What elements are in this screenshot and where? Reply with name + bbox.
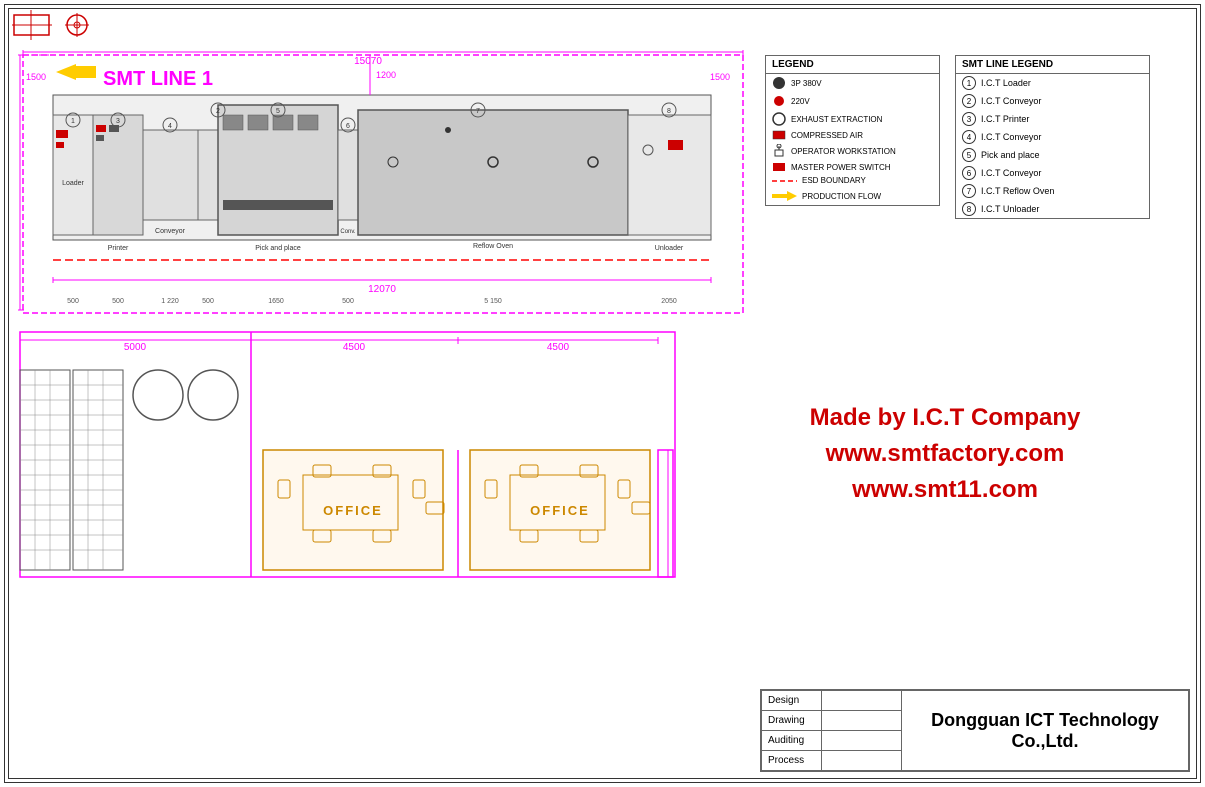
- company-line3: www.smt11.com: [730, 472, 1160, 508]
- legend-item-workstation: OPERATOR WORKSTATION: [766, 142, 939, 160]
- svg-text:5000: 5000: [124, 342, 147, 353]
- svg-text:500: 500: [67, 298, 79, 305]
- svg-text:15070: 15070: [354, 56, 382, 67]
- svg-text:1500: 1500: [710, 72, 730, 82]
- svg-text:7: 7: [476, 108, 480, 115]
- legend-item-esd: ESD BOUNDARY: [766, 174, 939, 187]
- smt-legend-item-8: 8 I.C.T Unloader: [956, 200, 1149, 218]
- design-label: Design: [762, 691, 822, 711]
- legend-box: LEGEND 3P 380V 220V EXHAUST EXTRACTION C…: [765, 55, 940, 206]
- drawing-value: [822, 711, 902, 731]
- company-info: Made by I.C.T Company www.smtfactory.com…: [730, 400, 1160, 508]
- smt-legend-item-5: 5 Pick and place: [956, 146, 1149, 164]
- svg-text:2: 2: [216, 108, 220, 115]
- smt-legend-box: SMT LINE LEGEND 1 I.C.T Loader 2 I.C.T C…: [955, 55, 1150, 219]
- smt-legend-item-1: 1 I.C.T Loader: [956, 74, 1149, 92]
- svg-text:SMT LINE 1: SMT LINE 1: [103, 68, 213, 90]
- smt-legend-item-2: 2 I.C.T Conveyor: [956, 92, 1149, 110]
- company-line1: Made by I.C.T Company: [730, 400, 1160, 436]
- top-left-symbols: [12, 10, 102, 40]
- smt-legend-title: SMT LINE LEGEND: [956, 56, 1149, 74]
- smt-legend-item-6: 6 I.C.T Conveyor: [956, 164, 1149, 182]
- svg-text:1650: 1650: [268, 298, 284, 305]
- svg-text:3: 3: [116, 118, 120, 125]
- svg-text:1 220: 1 220: [161, 298, 179, 305]
- legend-item-master-power: MASTER POWER SWITCH: [766, 160, 939, 174]
- svg-text:OFFICE: OFFICE: [530, 503, 590, 518]
- legend-item-220v: 220V: [766, 92, 939, 110]
- title-block: Design Dongguan ICT Technology Co.,Ltd. …: [760, 689, 1190, 772]
- svg-text:6: 6: [346, 123, 350, 130]
- svg-text:Loader: Loader: [62, 180, 84, 187]
- svg-text:4500: 4500: [547, 342, 570, 353]
- company-name: Dongguan ICT Technology Co.,Ltd.: [902, 691, 1189, 771]
- svg-text:Reflow Oven: Reflow Oven: [473, 243, 513, 250]
- svg-text:1500: 1500: [26, 72, 46, 82]
- process-value: [822, 751, 902, 771]
- svg-text:Printer: Printer: [108, 245, 129, 252]
- svg-text:5: 5: [276, 108, 280, 115]
- legend-item-exhaust: EXHAUST EXTRACTION: [766, 110, 939, 128]
- legend-item-production-flow: PRODUCTION FLOW: [766, 187, 939, 205]
- svg-text:500: 500: [202, 298, 214, 305]
- company-line2: www.smtfactory.com: [730, 436, 1160, 472]
- smt-legend-item-4: 4 I.C.T Conveyor: [956, 128, 1149, 146]
- legend-item-compressed-air: COMPRESSED AIR: [766, 128, 939, 142]
- svg-text:4500: 4500: [343, 342, 366, 353]
- smt-legend-item-7: 7 I.C.T Reflow Oven: [956, 182, 1149, 200]
- svg-text:Conv.: Conv.: [340, 229, 356, 235]
- svg-text:3500: 3500: [675, 507, 678, 530]
- auditing-label: Auditing: [762, 731, 822, 751]
- svg-text:1: 1: [71, 118, 75, 125]
- svg-text:8: 8: [667, 108, 671, 115]
- svg-text:2050: 2050: [661, 298, 677, 305]
- auditing-value: [822, 731, 902, 751]
- svg-text:12070: 12070: [368, 284, 396, 295]
- drawing-label: Drawing: [762, 711, 822, 731]
- process-label: Process: [762, 751, 822, 771]
- svg-text:500: 500: [342, 298, 354, 305]
- floor-plan: OFFICE OFFICE 5000 4500 4500 3500: [18, 330, 678, 580]
- smt-legend-item-3: 3 I.C.T Printer: [956, 110, 1149, 128]
- svg-text:Conveyor: Conveyor: [155, 228, 186, 235]
- svg-text:OFFICE: OFFICE: [323, 503, 383, 518]
- svg-text:Pick and place: Pick and place: [255, 245, 301, 252]
- design-value: [822, 691, 902, 711]
- svg-text:500: 500: [112, 298, 124, 305]
- svg-text:4: 4: [168, 123, 172, 130]
- legend-title: LEGEND: [766, 56, 939, 74]
- svg-text:1200: 1200: [376, 70, 396, 80]
- legend-item-3p: 3P 380V: [766, 74, 939, 92]
- smt-outer-box: SMT LINE 1 15070 1200 1500 1500 4500 Loa…: [18, 50, 748, 315]
- svg-text:5 150: 5 150: [484, 298, 502, 305]
- svg-text:Unloader: Unloader: [655, 245, 684, 252]
